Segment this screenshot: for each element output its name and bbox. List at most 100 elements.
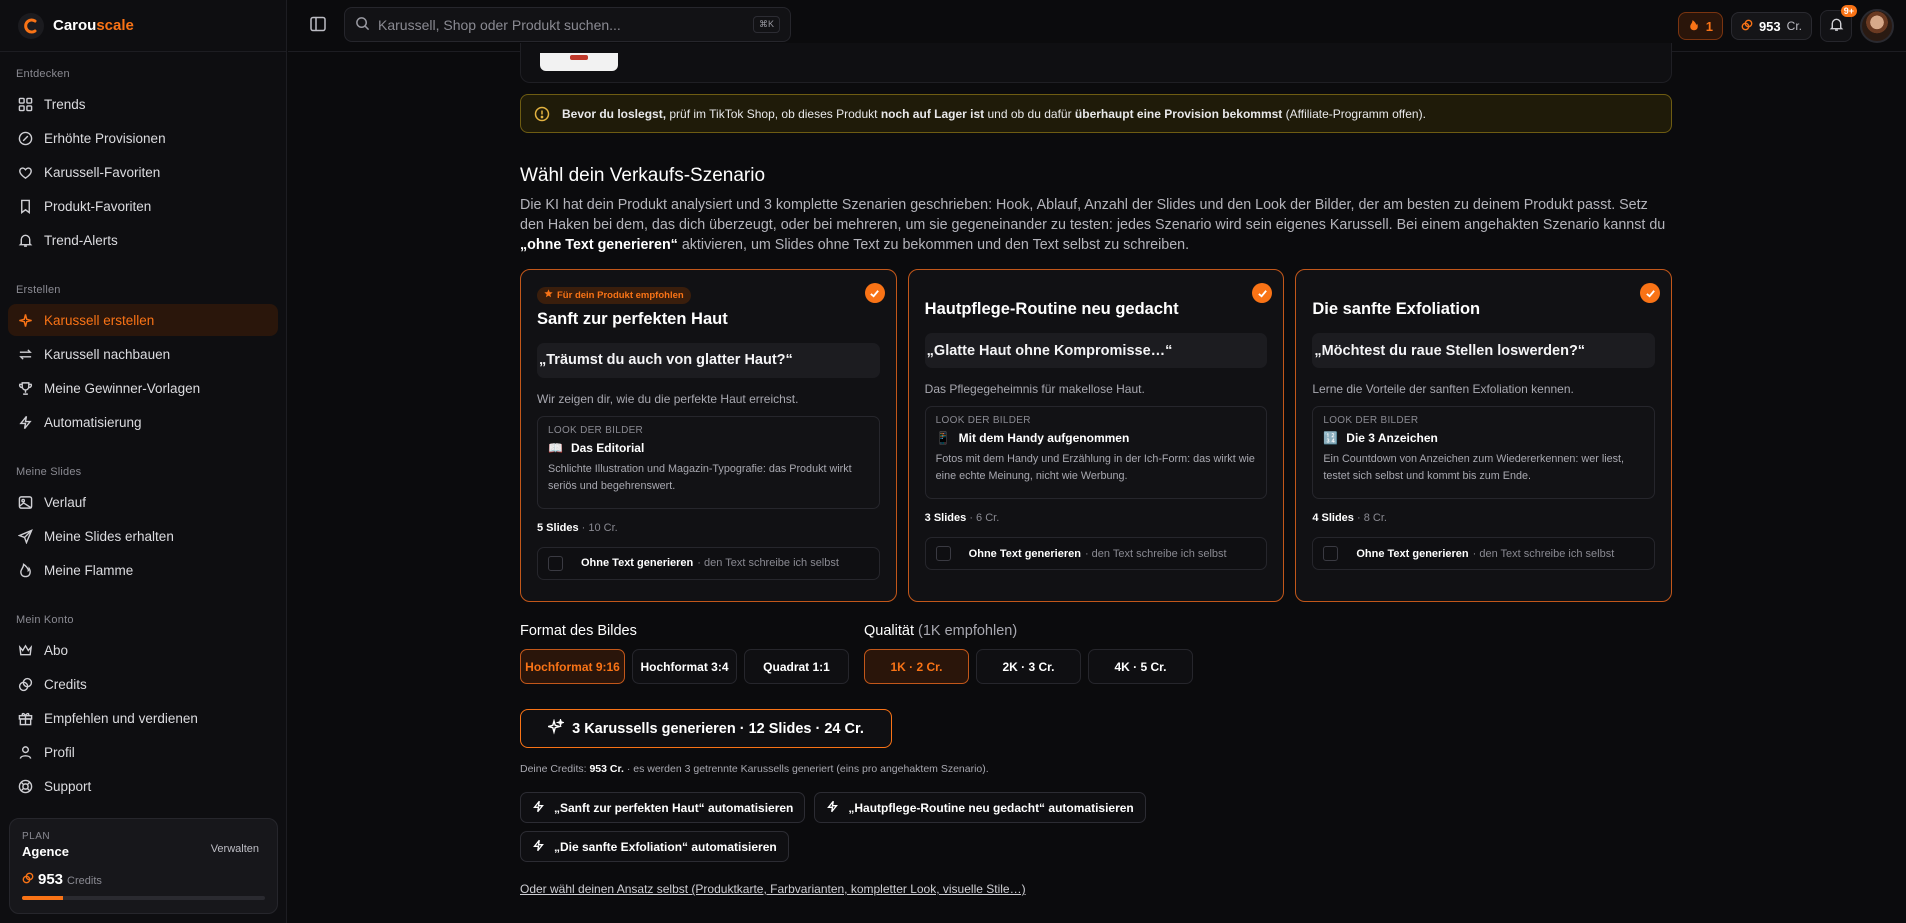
no-text-hint: · den Text schreibe ich selbst (1084, 547, 1227, 560)
credits-note-prefix: Deine Credits: (520, 763, 590, 775)
sidebar-item-label: Trends (44, 96, 86, 112)
notifications-button[interactable]: 9+ (1820, 5, 1857, 42)
sidebar-item-trend-alerts[interactable]: Trend-Alerts (8, 224, 278, 256)
nav-section-title: Erstellen (16, 284, 61, 296)
sidebar-item-label: Profil (44, 744, 75, 760)
automate-button-2[interactable]: „Hautpflege-Routine neu gedacht“ automat… (814, 792, 1146, 823)
sidebar-item-automation[interactable]: Automatisierung (8, 406, 278, 438)
quality-option-1k[interactable]: 1K · 2 Cr. (864, 649, 969, 684)
sidebar-item-receive-slides[interactable]: Meine Slides erhalten (8, 520, 278, 552)
coins-icon (16, 675, 34, 693)
sidebar-item-winner-templates[interactable]: Meine Gewinner-Vorlagen (8, 372, 278, 404)
card-description: Lerne die Vorteile der sanften Exfoliati… (1312, 382, 1574, 396)
plan-manage-link[interactable]: Verwalten (211, 843, 259, 855)
sidebar-item-my-flame[interactable]: Meine Flamme (8, 554, 278, 586)
sidebar-item-support[interactable]: Support (8, 770, 278, 802)
sidebar-toggle-icon[interactable] (309, 15, 329, 35)
sidebar-item-label: Produkt-Favoriten (44, 198, 152, 214)
warning-bold-3: überhaupt eine Provision bekommst (1074, 106, 1283, 121)
choose-own-approach-link[interactable]: Oder wähl deinen Ansatz selbst (Produktk… (520, 882, 1026, 896)
look-label: LOOK DER BILDER (1323, 415, 1419, 426)
stock-warning-banner: Bevor du loslegst, prüf im TikTok Shop, … (520, 94, 1672, 133)
credits-note: Deine Credits: 953 Cr. · es werden 3 get… (520, 763, 989, 775)
sidebar-item-subscription[interactable]: Abo (8, 634, 278, 666)
no-text-option[interactable]: Ohne Text generieren · den Text schreibe … (537, 546, 880, 580)
checkmark-icon[interactable] (864, 283, 885, 303)
card-hook: „Träumst du auch von glatter Haut?“ (537, 342, 880, 378)
look-description: Ein Countdown von Anzeichen zum Wiederer… (1323, 453, 1625, 482)
no-text-checkbox[interactable] (548, 555, 563, 571)
scenario-card-2[interactable]: Hautpflege-Routine neu gedacht „Glatte H… (907, 269, 1285, 602)
look-label: LOOK DER BILDER (935, 415, 1031, 426)
automate-button-1[interactable]: „Sanft zur perfekten Haut“ automatisiere… (520, 792, 806, 823)
no-text-checkbox[interactable] (1323, 546, 1339, 561)
plan-card: PLAN Agence Verwalten 953 Credits (9, 818, 278, 914)
sidebar-item-label: Empfehlen und verdienen (44, 710, 198, 726)
repeat-icon (16, 345, 34, 363)
sidebar-item-label: Erhöhte Provisionen (44, 130, 166, 146)
look-box: LOOK DER BILDER 📱 Mit dem Handy aufgenomm… (924, 406, 1268, 499)
warning-bold-2: noch auf Lager ist (880, 106, 985, 121)
sidebar-item-label: Automatisierung (44, 414, 142, 430)
sidebar-item-profile[interactable]: Profil (8, 736, 278, 768)
automate-row-1: „Sanft zur perfekten Haut“ automatisiere… (520, 792, 1146, 823)
streak-button[interactable]: 1 (1677, 12, 1723, 40)
look-label: LOOK DER BILDER (548, 424, 644, 436)
format-option-1-1[interactable]: Quadrat 1:1 (744, 649, 849, 684)
checkmark-icon[interactable] (1252, 283, 1273, 303)
sidebar-item-create-carousel[interactable]: Karussell erstellen (8, 304, 278, 336)
sidebar-item-rebuild-carousel[interactable]: Karussell nachbauen (8, 338, 278, 370)
brand[interactable]: Carouscale (0, 0, 286, 52)
checkmark-icon[interactable] (1640, 283, 1661, 303)
sidebar-item-product-favorites[interactable]: Produkt-Favoriten (8, 190, 278, 222)
brand-name: Carouscale (53, 17, 134, 34)
sidebar-item-credits[interactable]: Credits (8, 668, 278, 700)
sidebar-item-trends[interactable]: Trends (8, 88, 278, 120)
intro-bold: „ohne Text generieren“ (520, 237, 678, 253)
warning-bold-1: Bevor du loslegst, (562, 106, 667, 121)
card-description: Wir zeigen dir, wie du die perfekte Haut… (537, 391, 799, 406)
sidebar-item-carousel-favorites[interactable]: Karussell-Favoriten (8, 156, 278, 188)
search-box[interactable]: ⌘K (344, 7, 791, 42)
sidebar-item-refer[interactable]: Empfehlen und verdienen (8, 702, 278, 734)
quality-label: Qualität (1K empfohlen) (864, 623, 1017, 639)
no-text-label: Ohne Text generieren (1356, 547, 1469, 560)
brand-logo-icon (18, 12, 44, 39)
generate-button[interactable]: 3 Karussells generieren · 12 Slides · 24… (520, 709, 892, 748)
no-text-checkbox[interactable] (935, 546, 951, 561)
sidebar-item-provisions[interactable]: Erhöhte Provisionen (8, 122, 278, 154)
sidebar-item-label: Meine Slides erhalten (44, 528, 174, 544)
format-label: Format des Bildes (520, 623, 637, 639)
card-cost: · 8 Cr. (1356, 512, 1387, 524)
card-hook: „Möchtest du raue Stellen loswerden?“ (1312, 333, 1656, 368)
no-text-option[interactable]: Ohne Text generieren · den Text schreibe … (924, 537, 1268, 570)
quality-label-text: Qualität (864, 623, 914, 639)
credits-button[interactable]: 953 Cr. (1730, 12, 1812, 40)
scenario-cards: Für dein Produkt empfohlen Sanft zur per… (520, 269, 1673, 602)
scenario-card-1[interactable]: Für dein Produkt empfohlen Sanft zur per… (520, 269, 897, 602)
intro-text-2: aktivieren, um Slides ohne Text zu bekom… (677, 237, 1190, 253)
crown-icon (16, 641, 34, 659)
sidebar-item-history[interactable]: Verlauf (8, 486, 278, 518)
look-description: Fotos mit dem Handy und Erzählung in der… (935, 453, 1255, 482)
quality-option-4k[interactable]: 4K · 5 Cr. (1088, 649, 1193, 684)
percent-badge-icon (16, 129, 34, 147)
sidebar-item-label: Karussell nachbauen (44, 346, 171, 362)
card-hook: „Glatte Haut ohne Kompromisse…“ (924, 333, 1268, 368)
format-option-3-4[interactable]: Hochformat 3:4 (632, 649, 737, 684)
avatar[interactable] (1860, 9, 1894, 43)
sparkle-icon (16, 311, 34, 329)
automate-button-3[interactable]: „Die sanfte Exfoliation“ automatisieren (520, 831, 789, 862)
format-options: Hochformat 9:16 Hochformat 3:4 Quadrat 1… (520, 649, 849, 684)
format-option-9-16[interactable]: Hochformat 9:16 (520, 649, 625, 684)
recommended-badge: Für dein Produkt empfohlen (537, 286, 691, 304)
quality-option-2k[interactable]: 2K · 3 Cr. (976, 649, 1081, 684)
nav-section-title: Mein Konto (16, 614, 74, 626)
scenario-card-3[interactable]: Die sanfte Exfoliation „Möchtest du raue… (1295, 269, 1673, 602)
credits-note-suffix: · es werden 3 getrennte Karussells gener… (623, 763, 989, 775)
send-icon (16, 527, 34, 545)
search-input[interactable] (378, 16, 753, 33)
card-meta: 5 Slides · 10 Cr. (537, 522, 880, 534)
no-text-option[interactable]: Ohne Text generieren · den Text schreibe … (1312, 537, 1656, 570)
card-hook-text: „Möchtest du raue Stellen loswerden?“ (1314, 342, 1586, 359)
